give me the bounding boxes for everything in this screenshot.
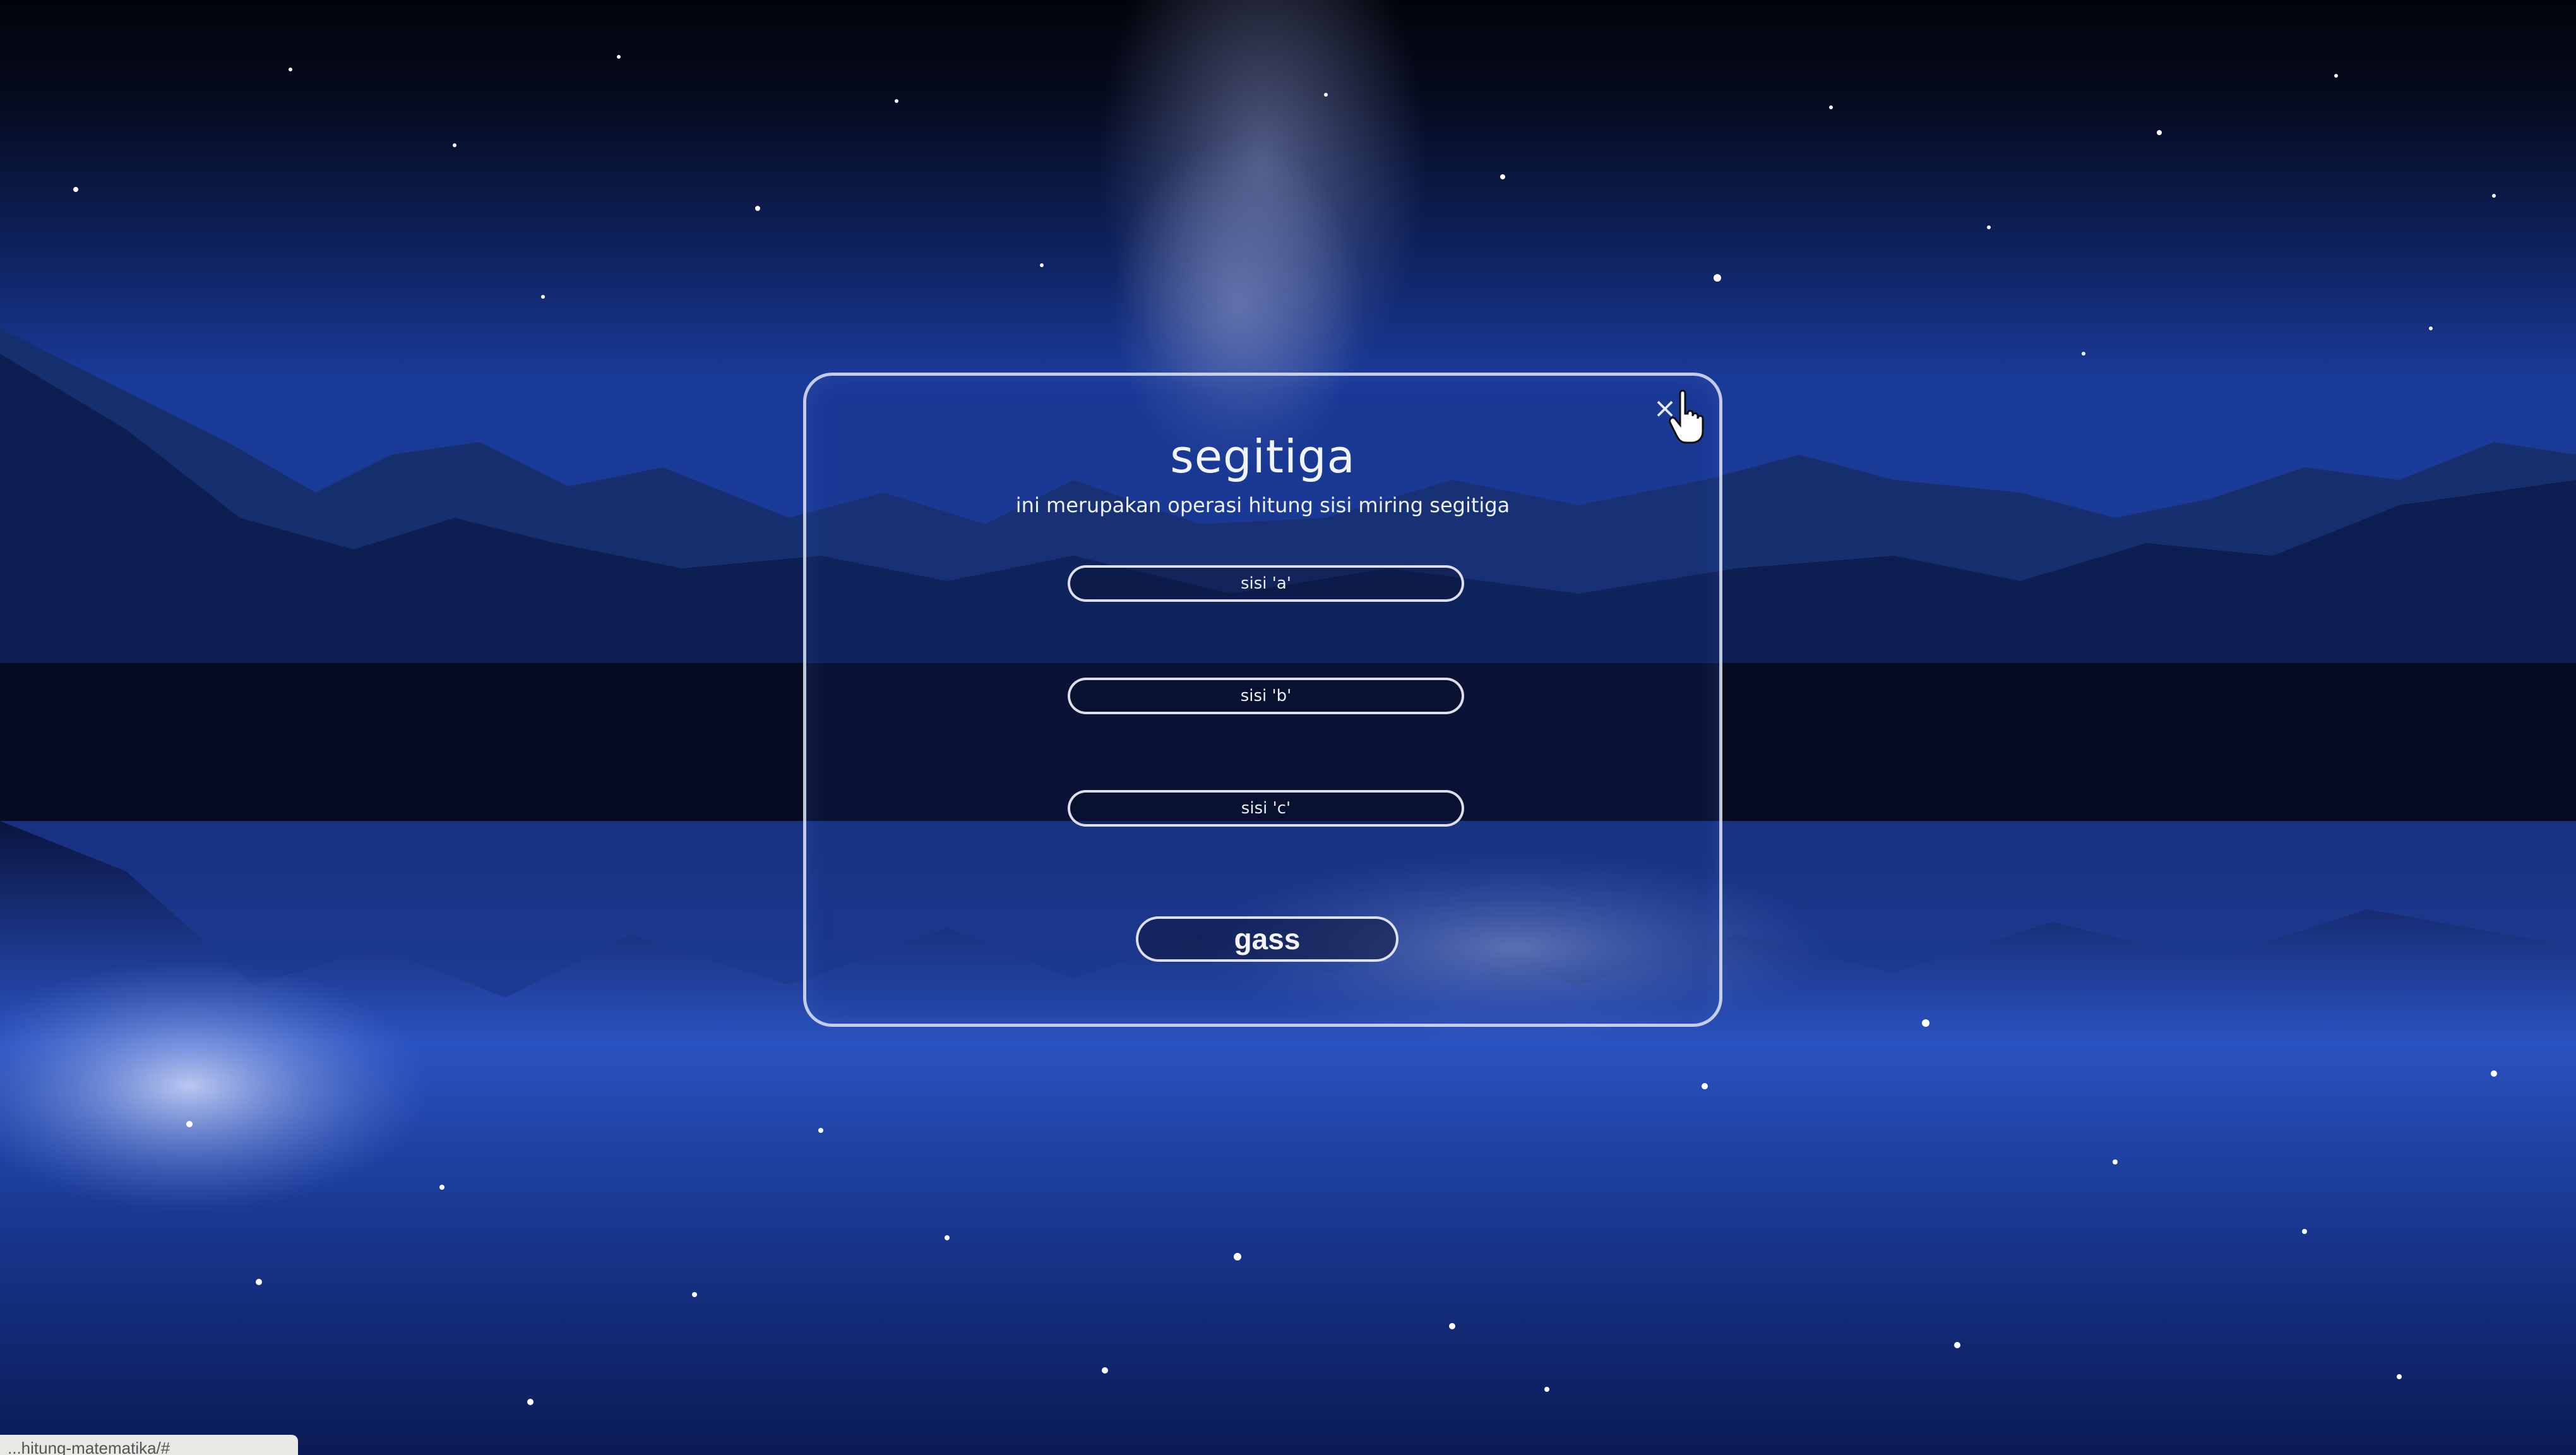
browser-status-bar: ...hitung-matematika/# — [0, 1435, 298, 1455]
side-b-input[interactable] — [1068, 678, 1464, 714]
dialog-subtitle: ini merupakan operasi hitung sisi miring… — [1015, 493, 1510, 517]
dialog-title: segitiga — [1170, 430, 1356, 483]
status-url-text: ...hitung-matematika/# — [8, 1439, 170, 1455]
side-c-input[interactable] — [1068, 790, 1464, 827]
side-a-input[interactable] — [1068, 565, 1464, 602]
triangle-calculator-dialog: × segitiga ini merupakan operasi hitung … — [803, 373, 1722, 1027]
submit-button[interactable]: gass — [1136, 916, 1398, 962]
